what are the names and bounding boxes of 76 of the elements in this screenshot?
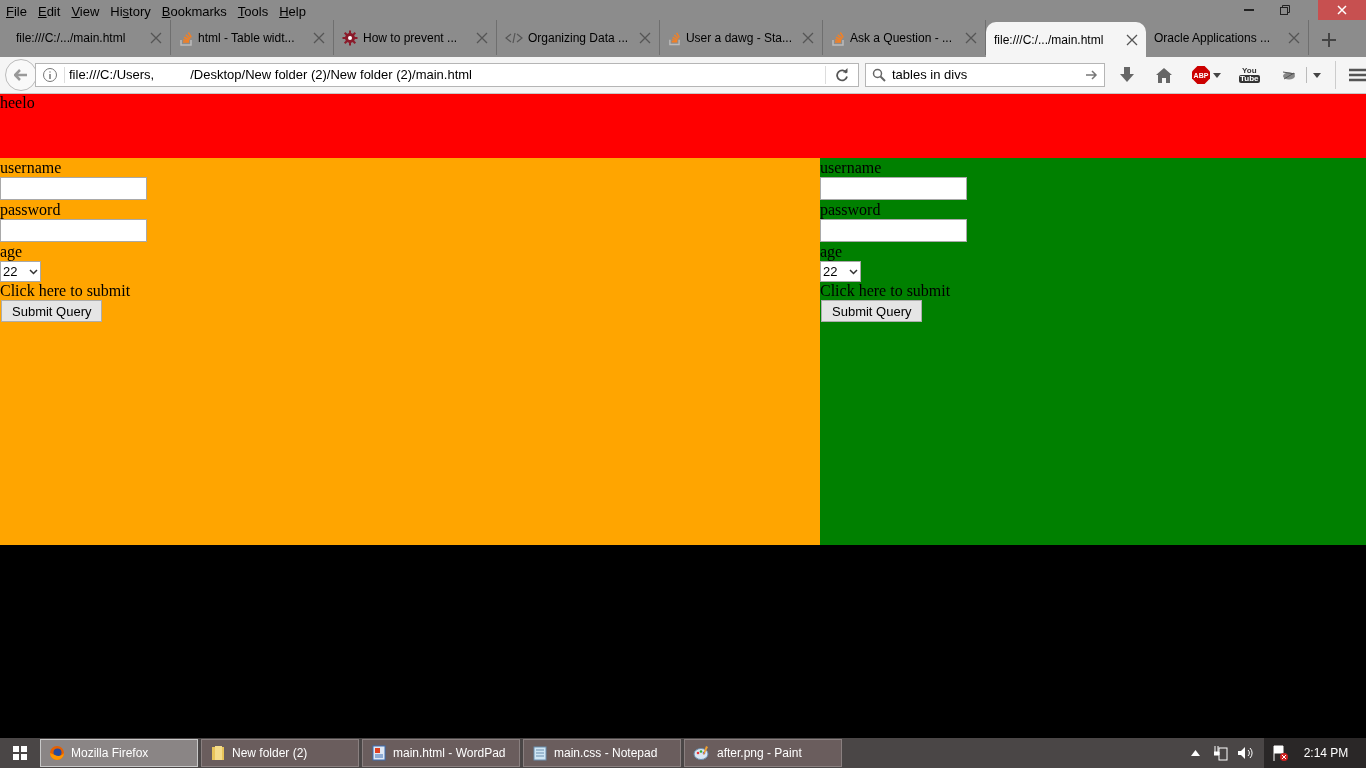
- palette-icon: [693, 745, 711, 761]
- reload-icon[interactable]: [835, 68, 849, 82]
- browser-tab[interactable]: html - Table widt...: [171, 20, 334, 55]
- flag-icon[interactable]: [1272, 745, 1288, 761]
- close-icon: [1337, 5, 1347, 15]
- home-icon[interactable]: [1156, 67, 1172, 83]
- notepad-icon: [532, 745, 548, 761]
- browser-tab[interactable]: User a dawg - Sta...: [660, 20, 823, 55]
- stack-icon: [831, 29, 845, 46]
- speaker-icon[interactable]: [1238, 746, 1254, 760]
- input-field[interactable]: [0, 177, 147, 200]
- firefox-icon: [49, 745, 65, 761]
- restore-icon: [1280, 5, 1290, 15]
- taskbar-button[interactable]: main.css - Notepad: [523, 739, 681, 767]
- download-icon[interactable]: [1120, 67, 1134, 83]
- menu-item[interactable]: Bookmarks: [161, 2, 227, 22]
- video-button[interactable]: You Tube: [1239, 67, 1260, 83]
- browser-tab[interactable]: Organizing Data ...: [497, 20, 660, 55]
- back-button[interactable]: [5, 59, 37, 91]
- video-logo-bottom: Tube: [1239, 75, 1260, 83]
- taskbar-button[interactable]: after.png - Paint: [684, 739, 842, 767]
- menu-item[interactable]: Help: [279, 2, 306, 22]
- field-label: age: [0, 242, 23, 261]
- chevron-icon: [29, 268, 38, 275]
- submit-label: Click here to submit: [0, 282, 131, 300]
- menu-item[interactable]: View: [71, 2, 100, 22]
- menu-item[interactable]: Tools: [237, 2, 269, 22]
- back-arrow-icon: [14, 69, 28, 81]
- battery-icon[interactable]: [1214, 745, 1228, 761]
- browser-tab[interactable]: file:///C:/.../main.html: [986, 22, 1146, 57]
- submit-label: Click here to submit: [820, 282, 951, 300]
- input-field[interactable]: [0, 219, 147, 242]
- close-icon[interactable]: [1126, 33, 1138, 46]
- field-label: username: [0, 158, 62, 177]
- browser-tab[interactable]: How to prevent ...: [334, 20, 497, 55]
- windows-start-icon[interactable]: [13, 746, 27, 760]
- url-text: file:///C:/Users,: [69, 66, 155, 85]
- browser-tab[interactable]: Oracle Applications ...: [1146, 20, 1309, 55]
- close-button[interactable]: [1318, 0, 1366, 20]
- minimize-icon: [1244, 9, 1254, 11]
- field-label: password: [0, 200, 61, 219]
- chevron-icon: [849, 268, 858, 275]
- taskbar-button[interactable]: Mozilla Firefox: [40, 739, 198, 767]
- gear-icon: [342, 29, 358, 46]
- caret-icon: [1213, 72, 1221, 78]
- video-logo-top: You: [1242, 67, 1257, 75]
- code-icon: [505, 31, 523, 44]
- folder-icon: [210, 745, 226, 761]
- menu-icon[interactable]: [1348, 68, 1366, 82]
- submit-button[interactable]: Submit Query: [821, 300, 923, 322]
- taskbar-button[interactable]: main.html - WordPad: [362, 739, 520, 767]
- taskbar-button[interactable]: New folder (2): [201, 739, 359, 767]
- browser-tab[interactable]: file:///C:/.../main.html: [8, 20, 171, 55]
- menu-item[interactable]: History: [110, 2, 151, 22]
- field-label: password: [820, 200, 881, 219]
- info-icon: [42, 67, 58, 83]
- url-text: /Desktop/New folder (2)/New folder (2)/main.html: [190, 66, 472, 85]
- age-select[interactable]: 22: [0, 261, 41, 282]
- plus-icon[interactable]: [1322, 32, 1336, 47]
- submit-button[interactable]: Submit Query: [1, 300, 103, 322]
- input-field[interactable]: [820, 177, 967, 200]
- header-text: heelo: [0, 94, 35, 111]
- caret-icon[interactable]: [1312, 72, 1321, 78]
- document-icon: [371, 745, 387, 761]
- menu-item[interactable]: File: [6, 2, 27, 22]
- stack-icon: [179, 29, 193, 46]
- menu-item[interactable]: Edit: [37, 2, 61, 22]
- field-label: username: [820, 158, 882, 177]
- search-icon: [872, 68, 886, 82]
- arrow-right-icon[interactable]: [1086, 70, 1098, 80]
- age-select[interactable]: 22: [820, 261, 861, 282]
- search-field[interactable]: tables in divs: [865, 63, 1105, 87]
- input-field[interactable]: [820, 219, 967, 242]
- chevron-up-icon[interactable]: [1191, 750, 1200, 756]
- field-label: age: [820, 242, 843, 261]
- address-field[interactable]: file:///C:/Users, /Desktop/New folder (2)/New folder (2)/main.html: [35, 63, 859, 87]
